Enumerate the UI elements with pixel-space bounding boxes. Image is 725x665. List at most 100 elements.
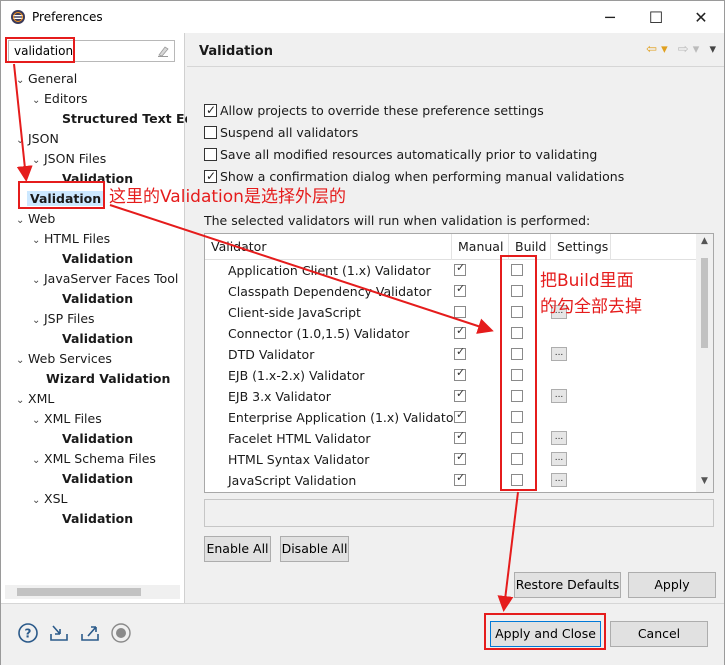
view-menu-icon[interactable]: ▾	[709, 42, 716, 57]
expand-twisty-icon[interactable]: ⌄	[32, 491, 44, 511]
table-row[interactable]: EJB 3.x Validator ...	[205, 386, 697, 407]
tree-horizontal-scrollbar[interactable]	[5, 585, 180, 599]
expand-twisty-icon[interactable]: ⌄	[16, 391, 28, 411]
expand-twisty-icon[interactable]: ⌄	[32, 411, 44, 431]
suspend-validators-option[interactable]: Suspend all validators	[204, 124, 358, 142]
tree-item-jsp-files[interactable]: ⌄ JSP Files	[32, 309, 95, 329]
clear-filter-icon[interactable]	[156, 44, 170, 58]
tree-item-jsp-validation[interactable]: Validation	[62, 329, 133, 349]
tree-item-html-files[interactable]: ⌄ HTML Files	[32, 229, 110, 249]
apply-button[interactable]: Apply	[628, 572, 716, 598]
tree-item-html-validation[interactable]: Validation	[62, 249, 133, 269]
expand-twisty-icon[interactable]: ⌄	[32, 311, 44, 331]
maximize-button[interactable]: ☐	[633, 1, 679, 33]
expand-twisty-icon[interactable]: ⌄	[16, 351, 28, 371]
table-row[interactable]: JavaScript Validation ...	[205, 470, 697, 491]
minimize-button[interactable]: ─	[587, 1, 633, 33]
validation-highlight-box	[18, 181, 105, 209]
table-row[interactable]: Facelet HTML Validator ...	[205, 428, 697, 449]
tree-item-web-services[interactable]: ⌄ Web Services	[16, 349, 112, 369]
manual-checkbox[interactable]	[454, 471, 466, 486]
forward-arrow-icon[interactable]: ⇨ ▾	[678, 42, 700, 57]
tree-item-xml-schema-validation[interactable]: Validation	[62, 469, 133, 489]
expand-twisty-icon[interactable]: ⌄	[32, 151, 44, 171]
validator-name: Enterprise Application (1.x) Validator	[228, 410, 459, 425]
allow-override-option[interactable]: Allow projects to override these prefere…	[204, 101, 544, 120]
settings-button[interactable]: ...	[551, 431, 567, 445]
table-vertical-scrollbar[interactable]: ▲ ▼	[696, 234, 713, 492]
tree-item-json-files[interactable]: ⌄ JSON Files	[32, 149, 106, 169]
tree-item-xml-files[interactable]: ⌄ XML Files	[32, 409, 102, 429]
manual-checkbox[interactable]	[454, 408, 466, 423]
table-row[interactable]: DTD Validator ...	[205, 344, 697, 365]
tree-item-xml-schema-files[interactable]: ⌄ XML Schema Files	[32, 449, 156, 469]
cancel-button[interactable]: Cancel	[610, 621, 708, 647]
tree-item-structured-text-editors[interactable]: Structured Text Ed	[62, 109, 194, 129]
expand-twisty-icon[interactable]: ⌄	[16, 211, 28, 231]
manual-checkbox[interactable]	[454, 429, 466, 444]
close-button[interactable]: ✕	[678, 1, 724, 33]
record-icon[interactable]	[110, 622, 132, 644]
scrollbar-thumb[interactable]	[701, 258, 708, 348]
settings-button[interactable]: ...	[551, 347, 567, 361]
scroll-up-icon[interactable]: ▲	[696, 236, 713, 252]
tree-item-xml[interactable]: ⌄ XML	[16, 389, 54, 409]
tree-item-web[interactable]: ⌄ Web	[16, 209, 55, 229]
manual-checkbox[interactable]	[454, 261, 466, 276]
manual-checkbox[interactable]	[454, 324, 466, 339]
manual-checkbox[interactable]	[454, 345, 466, 360]
expand-twisty-icon[interactable]: ⌄	[16, 71, 28, 91]
title-separator	[187, 66, 724, 67]
export-icon[interactable]	[79, 622, 101, 644]
window-title: Preferences	[32, 10, 103, 24]
table-row[interactable]: Connector (1.0,1.5) Validator	[205, 323, 697, 344]
tree-item-wizard-validation[interactable]: Wizard Validation	[46, 369, 170, 389]
expand-twisty-icon[interactable]: ⌄	[16, 131, 28, 151]
suspend-validators-checkbox[interactable]	[204, 126, 217, 139]
scroll-down-icon[interactable]: ▼	[696, 476, 713, 492]
column-header-settings[interactable]: Settings	[551, 234, 611, 260]
manual-checkbox[interactable]	[454, 450, 466, 465]
settings-button[interactable]: ...	[551, 389, 567, 403]
preference-tree-pane: ⌄General ⌄Editors Structured Text Ed ⌄JS…	[1, 33, 194, 603]
expand-twisty-icon[interactable]: ⌄	[32, 91, 44, 111]
title-bar: Preferences ─ ☐ ✕	[1, 1, 724, 33]
expand-twisty-icon[interactable]: ⌄	[32, 271, 44, 291]
tree-item-xml-validation[interactable]: Validation	[62, 429, 133, 449]
column-header-validator[interactable]: Validator	[205, 234, 452, 260]
manual-checkbox[interactable]	[454, 306, 466, 318]
eclipse-app-icon	[11, 10, 25, 24]
expand-twisty-icon[interactable]: ⌄	[32, 231, 44, 251]
manual-checkbox[interactable]	[454, 366, 466, 381]
allow-override-checkbox[interactable]	[204, 101, 217, 119]
help-icon[interactable]: ?	[17, 622, 39, 644]
build-column-highlight-box	[500, 255, 537, 491]
table-row[interactable]: Enterprise Application (1.x) Validator	[205, 407, 697, 428]
table-row[interactable]: HTML Syntax Validator ...	[205, 449, 697, 470]
tree-item-general[interactable]: ⌄ General	[16, 69, 77, 89]
enable-all-button[interactable]: Enable All	[204, 536, 271, 562]
tree-item-editors[interactable]: ⌄ Editors	[32, 89, 88, 109]
back-arrow-icon[interactable]: ⇦ ▾	[646, 42, 668, 57]
disable-all-button[interactable]: Disable All	[280, 536, 349, 562]
expand-twisty-icon[interactable]: ⌄	[32, 451, 44, 471]
tree-item-json[interactable]: ⌄ JSON	[16, 129, 59, 149]
validator-name: DTD Validator	[228, 347, 315, 362]
manual-checkbox[interactable]	[454, 387, 466, 402]
tree-item-jsf-validation[interactable]: Validation	[62, 289, 133, 309]
settings-button[interactable]: ...	[551, 473, 567, 487]
table-row[interactable]: EJB (1.x-2.x) Validator	[205, 365, 697, 386]
tree-item-xsl[interactable]: ⌄ XSL	[32, 489, 67, 509]
import-icon[interactable]	[48, 622, 70, 644]
page-navigation: ⇦ ▾ ⇨ ▾ ▾	[646, 42, 716, 57]
validator-name: EJB 3.x Validator	[228, 389, 331, 404]
scrollbar-thumb[interactable]	[17, 588, 141, 596]
save-before-validate-option[interactable]: Save all modified resources automaticall…	[204, 146, 597, 164]
save-before-validate-checkbox[interactable]	[204, 148, 217, 161]
tree-item-xsl-validation[interactable]: Validation	[62, 509, 133, 529]
tree-item-jsf-tools[interactable]: ⌄ JavaServer Faces Tool	[32, 269, 178, 289]
settings-button[interactable]: ...	[551, 452, 567, 466]
restore-defaults-button[interactable]: Restore Defaults	[514, 572, 621, 598]
manual-checkbox[interactable]	[454, 282, 466, 297]
validators-caption: The selected validators will run when va…	[204, 213, 591, 228]
